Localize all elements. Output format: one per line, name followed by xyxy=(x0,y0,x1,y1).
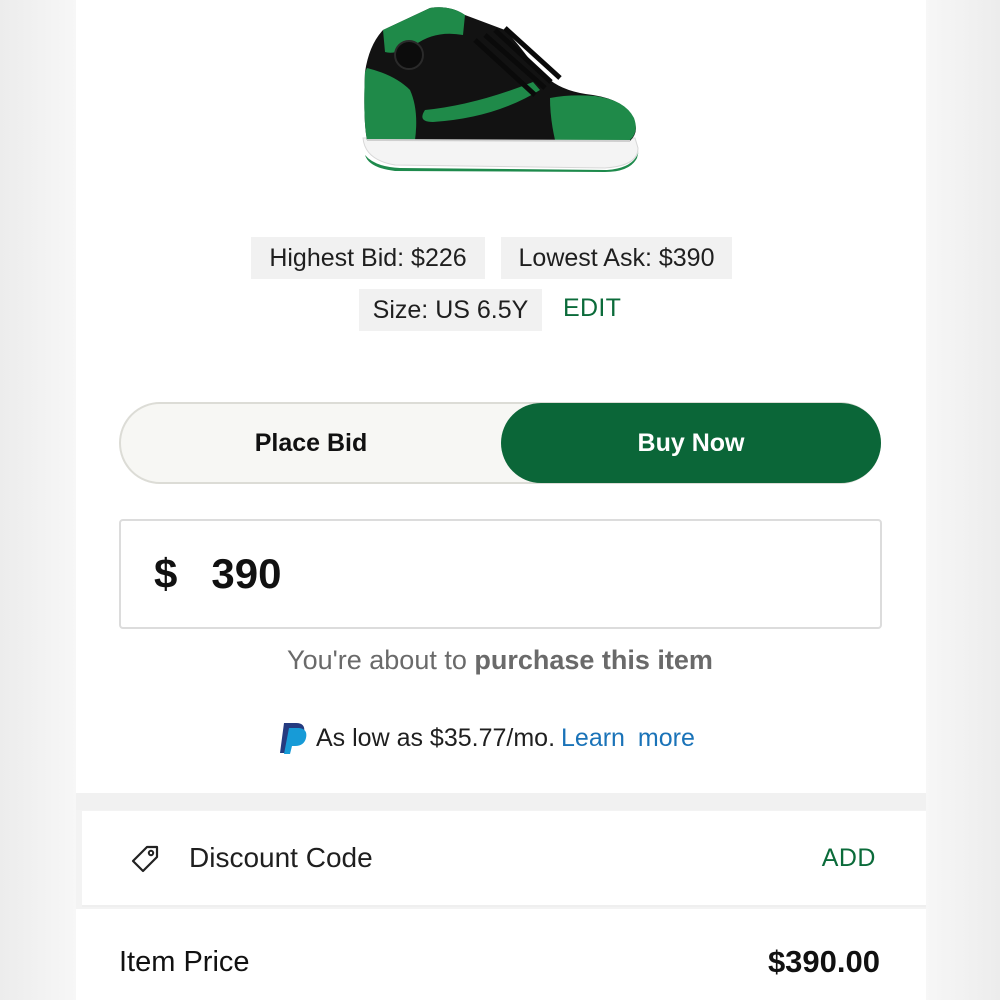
right-backdrop xyxy=(926,0,1000,1000)
product-image xyxy=(362,7,639,172)
tag-icon xyxy=(131,845,159,873)
size-chip: Size: US 6.5Y xyxy=(359,289,542,331)
left-backdrop xyxy=(0,0,76,1000)
learn-more-link[interactable]: Learn more xyxy=(561,724,695,753)
discount-code-row[interactable]: Discount Code ADD xyxy=(82,811,926,907)
edit-size-link[interactable]: EDIT xyxy=(563,294,621,323)
amount-input[interactable] xyxy=(211,550,712,598)
paypal-icon xyxy=(280,723,307,754)
currency-symbol: $ xyxy=(154,550,178,597)
purchase-mode-toggle: Place Bid Buy Now xyxy=(119,402,881,484)
item-price-label: Item Price xyxy=(119,946,250,978)
section-divider xyxy=(76,793,926,810)
discount-code-label: Discount Code xyxy=(189,842,373,873)
lowest-ask-chip: Lowest Ask: $390 xyxy=(501,237,732,279)
financing-text: As low as $35.77/mo. xyxy=(316,723,556,752)
purchase-notice-prefix: You're about to xyxy=(287,645,475,675)
highest-bid-chip: Highest Bid: $226 xyxy=(251,237,485,279)
financing-row: As low as $35.77/mo. Learn more xyxy=(278,720,695,756)
amount-field[interactable]: $ xyxy=(119,519,882,629)
buy-now-tab[interactable]: Buy Now xyxy=(501,403,881,483)
add-discount-button[interactable]: ADD xyxy=(822,844,876,873)
item-price-row: Item Price $390.00 xyxy=(76,909,926,1000)
purchase-notice: You're about to purchase this item xyxy=(0,645,1000,676)
item-price-value: $390.00 xyxy=(767,944,880,979)
purchase-notice-emphasis: purchase this item xyxy=(474,645,713,675)
place-bid-tab[interactable]: Place Bid xyxy=(121,404,501,482)
